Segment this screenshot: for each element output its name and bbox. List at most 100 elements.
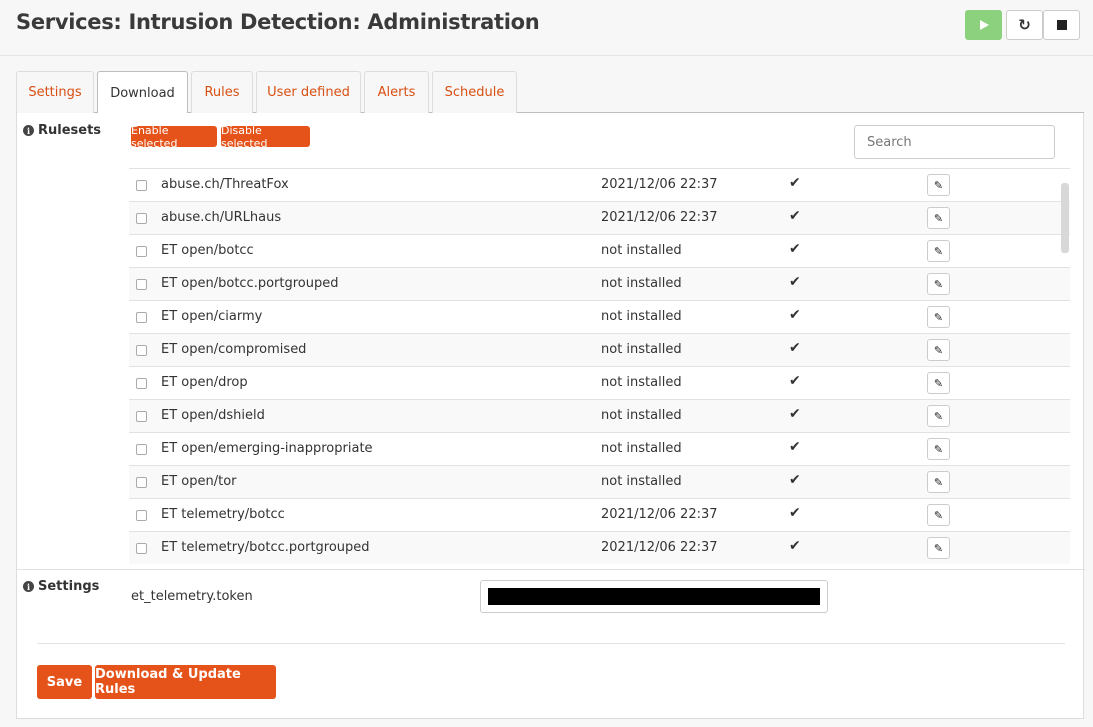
- check-icon[interactable]: ✔: [789, 373, 801, 389]
- check-icon[interactable]: ✔: [789, 340, 801, 356]
- ruleset-name: ET telemetry/botcc.portgrouped: [161, 540, 370, 555]
- pencil-icon: ✎: [933, 343, 944, 357]
- token-input[interactable]: [480, 580, 828, 613]
- table-row[interactable]: ET open/ciarmy not installed ✔ ✎: [129, 300, 1070, 333]
- edit-button[interactable]: ✎: [927, 438, 950, 460]
- ruleset-modified: 2021/12/06 22:37: [601, 210, 718, 225]
- section-divider: [17, 569, 1085, 570]
- enable-selected-button[interactable]: Enable selected: [131, 124, 217, 150]
- check-icon[interactable]: ✔: [789, 406, 801, 422]
- edit-button[interactable]: ✎: [927, 306, 950, 328]
- check-icon[interactable]: ✔: [789, 439, 801, 455]
- form-divider: [37, 643, 1065, 644]
- edit-button[interactable]: ✎: [927, 273, 950, 295]
- page-header: Services: Intrusion Detection: Administr…: [0, 0, 1093, 56]
- row-checkbox[interactable]: [136, 246, 147, 257]
- ruleset-modified: not installed: [601, 441, 682, 456]
- search-input[interactable]: [854, 125, 1055, 159]
- pencil-icon: ✎: [933, 409, 944, 423]
- stop-service-button[interactable]: [1043, 10, 1080, 40]
- pencil-icon: ✎: [933, 178, 944, 192]
- start-service-button[interactable]: [965, 10, 1002, 40]
- ruleset-modified: not installed: [601, 276, 682, 291]
- pencil-icon: ✎: [933, 508, 944, 522]
- edit-button[interactable]: ✎: [927, 174, 950, 196]
- check-icon[interactable]: ✔: [789, 208, 801, 224]
- check-icon[interactable]: ✔: [789, 472, 801, 488]
- table-row[interactable]: ET telemetry/botcc 2021/12/06 22:37 ✔ ✎: [129, 498, 1070, 531]
- pencil-icon: ✎: [933, 442, 944, 456]
- pencil-icon: ✎: [933, 376, 944, 390]
- ruleset-name: ET open/botcc.portgrouped: [161, 276, 339, 291]
- tab-bar: Settings Download Rules User defined Ale…: [16, 71, 1084, 114]
- tab-rules[interactable]: Rules: [191, 71, 253, 113]
- tab-alerts[interactable]: Alerts: [364, 71, 429, 113]
- ruleset-modified: not installed: [601, 309, 682, 324]
- row-checkbox[interactable]: [136, 444, 147, 455]
- disable-selected-button[interactable]: Disable selected: [221, 124, 310, 150]
- table-row[interactable]: abuse.ch/ThreatFox 2021/12/06 22:37 ✔ ✎: [129, 168, 1070, 201]
- ruleset-modified: not installed: [601, 375, 682, 390]
- edit-button[interactable]: ✎: [927, 405, 950, 427]
- tab-user-defined[interactable]: User defined: [256, 71, 361, 113]
- check-icon[interactable]: ✔: [789, 538, 801, 554]
- edit-button[interactable]: ✎: [927, 207, 950, 229]
- ruleset-modified: not installed: [601, 243, 682, 258]
- info-icon[interactable]: i: [23, 581, 34, 592]
- row-checkbox[interactable]: [136, 378, 147, 389]
- tab-schedule[interactable]: Schedule: [432, 71, 517, 113]
- settings-section-label: i Settings: [23, 579, 99, 594]
- edit-button[interactable]: ✎: [927, 372, 950, 394]
- rulesets-label: Rulesets: [38, 123, 102, 138]
- row-checkbox[interactable]: [136, 510, 147, 521]
- ruleset-name: ET open/dshield: [161, 408, 265, 423]
- check-icon[interactable]: ✔: [789, 505, 801, 521]
- table-row[interactable]: ET open/botcc.portgrouped not installed ✔ ✎: [129, 267, 1070, 300]
- ruleset-modified: 2021/12/06 22:37: [601, 507, 718, 522]
- edit-button[interactable]: ✎: [927, 537, 950, 559]
- row-checkbox[interactable]: [136, 213, 147, 224]
- table-row[interactable]: ET open/emerging-inappropriate not instal…: [129, 432, 1070, 465]
- tab-download[interactable]: Download: [97, 71, 188, 114]
- page-title: Services: Intrusion Detection: Administr…: [16, 10, 540, 34]
- table-row[interactable]: ET open/tor not installed ✔ ✎: [129, 465, 1070, 498]
- table-row[interactable]: ET open/botcc not installed ✔ ✎: [129, 234, 1070, 267]
- row-checkbox[interactable]: [136, 477, 147, 488]
- check-icon[interactable]: ✔: [789, 175, 801, 191]
- ruleset-name: ET open/tor: [161, 474, 237, 489]
- row-checkbox[interactable]: [136, 411, 147, 422]
- redacted-token-value: [488, 588, 820, 605]
- ruleset-name: abuse.ch/ThreatFox: [161, 177, 289, 192]
- check-icon[interactable]: ✔: [789, 241, 801, 257]
- ruleset-name: abuse.ch/URLhaus: [161, 210, 282, 225]
- play-icon: [980, 20, 989, 30]
- download-update-rules-button[interactable]: Download & Update Rules: [95, 665, 276, 699]
- pencil-icon: ✎: [933, 475, 944, 489]
- info-icon[interactable]: i: [23, 125, 34, 136]
- ruleset-name: ET open/ciarmy: [161, 309, 263, 324]
- table-row[interactable]: ET open/dshield not installed ✔ ✎: [129, 399, 1070, 432]
- check-icon[interactable]: ✔: [789, 307, 801, 323]
- table-row[interactable]: ET open/compromised not installed ✔ ✎: [129, 333, 1070, 366]
- grid-scrollbar[interactable]: [1061, 183, 1069, 253]
- save-button[interactable]: Save: [37, 665, 92, 699]
- token-field-label: et_telemetry.token: [131, 589, 253, 604]
- row-checkbox[interactable]: [136, 543, 147, 554]
- edit-button[interactable]: ✎: [927, 471, 950, 493]
- pencil-icon: ✎: [933, 211, 944, 225]
- table-row[interactable]: ET open/drop not installed ✔ ✎: [129, 366, 1070, 399]
- restart-service-button[interactable]: ↻: [1006, 10, 1043, 40]
- rulesets-section-label: i Rulesets: [23, 123, 101, 138]
- edit-button[interactable]: ✎: [927, 240, 950, 262]
- row-checkbox[interactable]: [136, 345, 147, 356]
- edit-button[interactable]: ✎: [927, 504, 950, 526]
- row-checkbox[interactable]: [136, 279, 147, 290]
- table-row[interactable]: abuse.ch/URLhaus 2021/12/06 22:37 ✔ ✎: [129, 201, 1070, 234]
- edit-button[interactable]: ✎: [927, 339, 950, 361]
- table-row[interactable]: ET telemetry/botcc.portgrouped 2021/12/06…: [129, 531, 1070, 564]
- check-icon[interactable]: ✔: [789, 274, 801, 290]
- row-checkbox[interactable]: [136, 180, 147, 191]
- reload-icon: ↻: [1018, 15, 1031, 34]
- row-checkbox[interactable]: [136, 312, 147, 323]
- tab-settings[interactable]: Settings: [16, 71, 94, 113]
